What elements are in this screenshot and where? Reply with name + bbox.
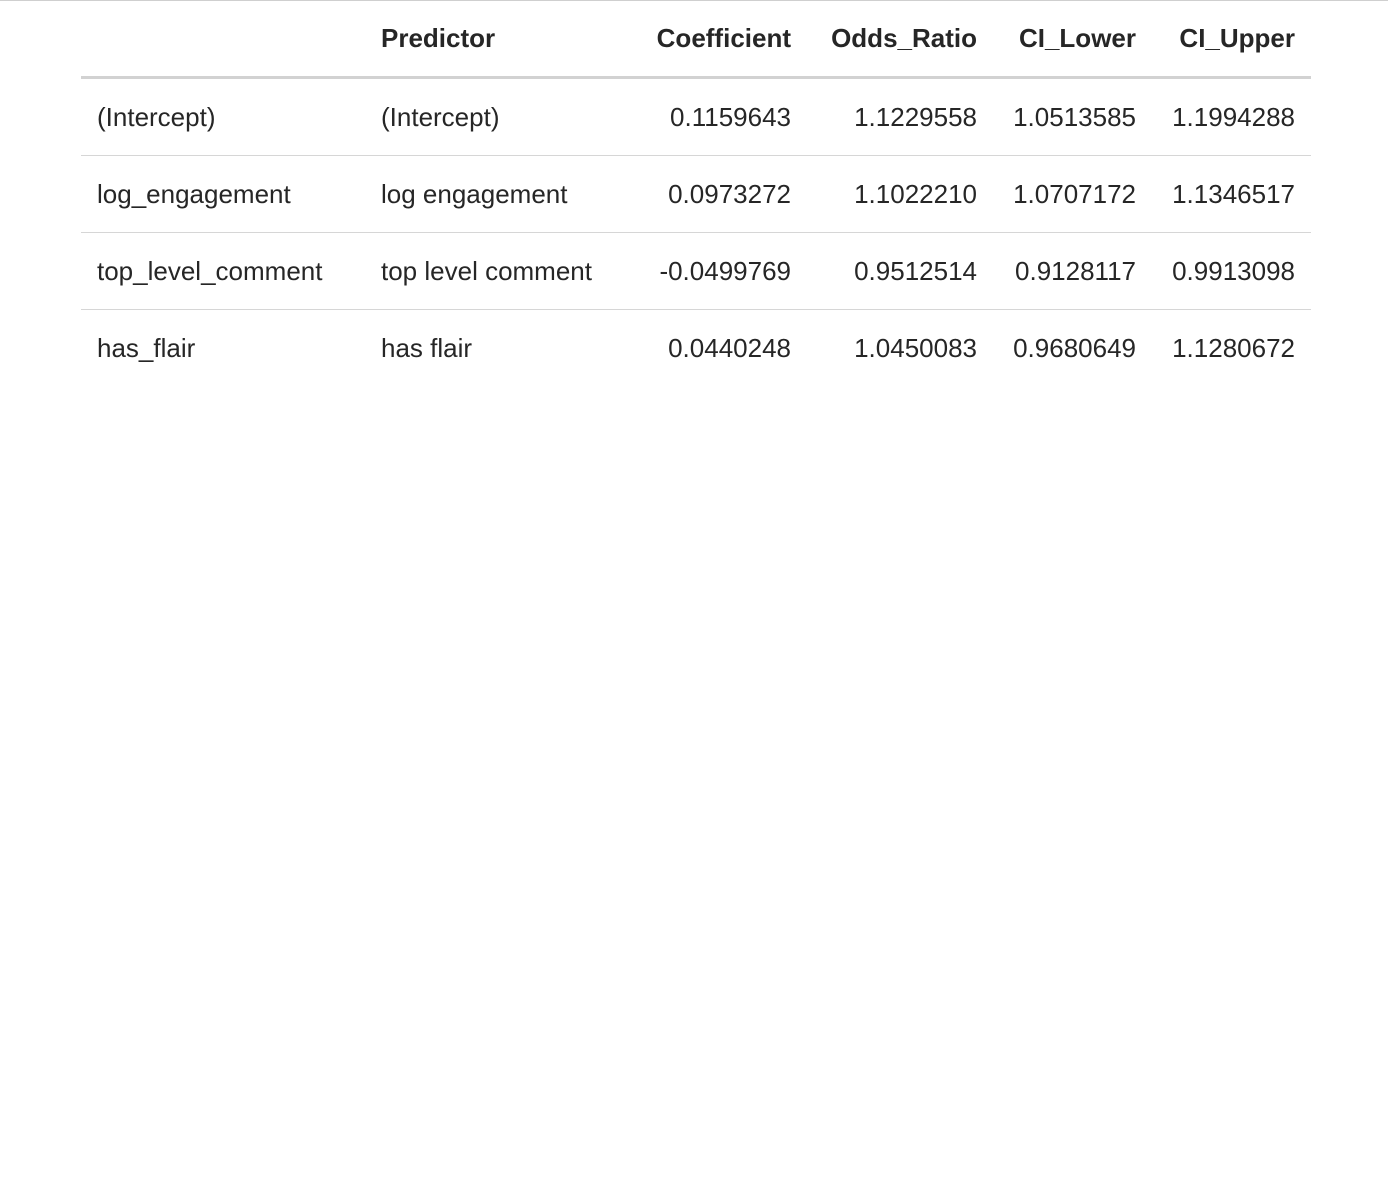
cell-rowname: top_level_comment bbox=[81, 232, 365, 310]
results-table-container: Predictor Coefficient Odds_Ratio CI_Lowe… bbox=[81, 1, 1311, 386]
cell-ci-upper: 1.1994288 bbox=[1152, 77, 1311, 156]
header-ci-lower: CI_Lower bbox=[993, 1, 1152, 79]
cell-predictor: log engagement bbox=[365, 155, 632, 233]
header-rowname bbox=[81, 1, 365, 79]
cell-ci-lower: 1.0707172 bbox=[993, 155, 1152, 233]
table-row: top_level_comment top level comment -0.0… bbox=[81, 232, 1311, 310]
cell-ci-lower: 0.9680649 bbox=[1013, 332, 1136, 363]
cell-predictor: has flair bbox=[381, 332, 473, 363]
header-ci-upper: CI_Upper bbox=[1152, 1, 1311, 79]
cell-ci-lower: 0.9128117 bbox=[993, 232, 1152, 310]
header-odds-ratio: Odds_Ratio bbox=[807, 1, 993, 79]
cell-ci-upper: 1.1346517 bbox=[1152, 155, 1311, 233]
cell-rowname: has_flair bbox=[97, 332, 196, 363]
header-row: Predictor Coefficient Odds_Ratio CI_Lowe… bbox=[81, 1, 1311, 79]
header-predictor: Predictor bbox=[365, 1, 632, 79]
cell-predictor: (Intercept) bbox=[365, 77, 632, 156]
cell-ci-upper: 0.9913098 bbox=[1152, 232, 1311, 310]
cell-ci-lower: 1.0513585 bbox=[993, 77, 1152, 156]
table-body: (Intercept) (Intercept) 0.1159643 1.1229… bbox=[81, 77, 1311, 387]
table-row: has_flair has flair 0.0440248 1.0450083 … bbox=[81, 310, 1311, 387]
cell-predictor: top level comment bbox=[365, 232, 632, 310]
cell-odds-ratio: 1.1022210 bbox=[807, 155, 993, 233]
table-row: log_engagement log engagement 0.0973272 … bbox=[81, 155, 1311, 233]
cell-odds-ratio: 1.0450083 bbox=[854, 332, 977, 363]
cell-coefficient: 0.0440248 bbox=[668, 332, 791, 363]
table-header: Predictor Coefficient Odds_Ratio CI_Lowe… bbox=[81, 1, 1311, 79]
cell-rowname: (Intercept) bbox=[81, 77, 365, 156]
cell-odds-ratio: 1.1229558 bbox=[807, 77, 993, 156]
cell-coefficient: -0.0499769 bbox=[632, 232, 807, 310]
cell-coefficient: 0.1159643 bbox=[632, 77, 807, 156]
cell-ci-upper: 1.1280672 bbox=[1172, 332, 1295, 363]
regression-results-table: Predictor Coefficient Odds_Ratio CI_Lowe… bbox=[81, 1, 1311, 386]
table-row: (Intercept) (Intercept) 0.1159643 1.1229… bbox=[81, 77, 1311, 156]
cell-coefficient: 0.0973272 bbox=[632, 155, 807, 233]
cell-odds-ratio: 0.9512514 bbox=[807, 232, 993, 310]
cell-rowname: log_engagement bbox=[81, 155, 365, 233]
header-coefficient: Coefficient bbox=[632, 1, 807, 79]
